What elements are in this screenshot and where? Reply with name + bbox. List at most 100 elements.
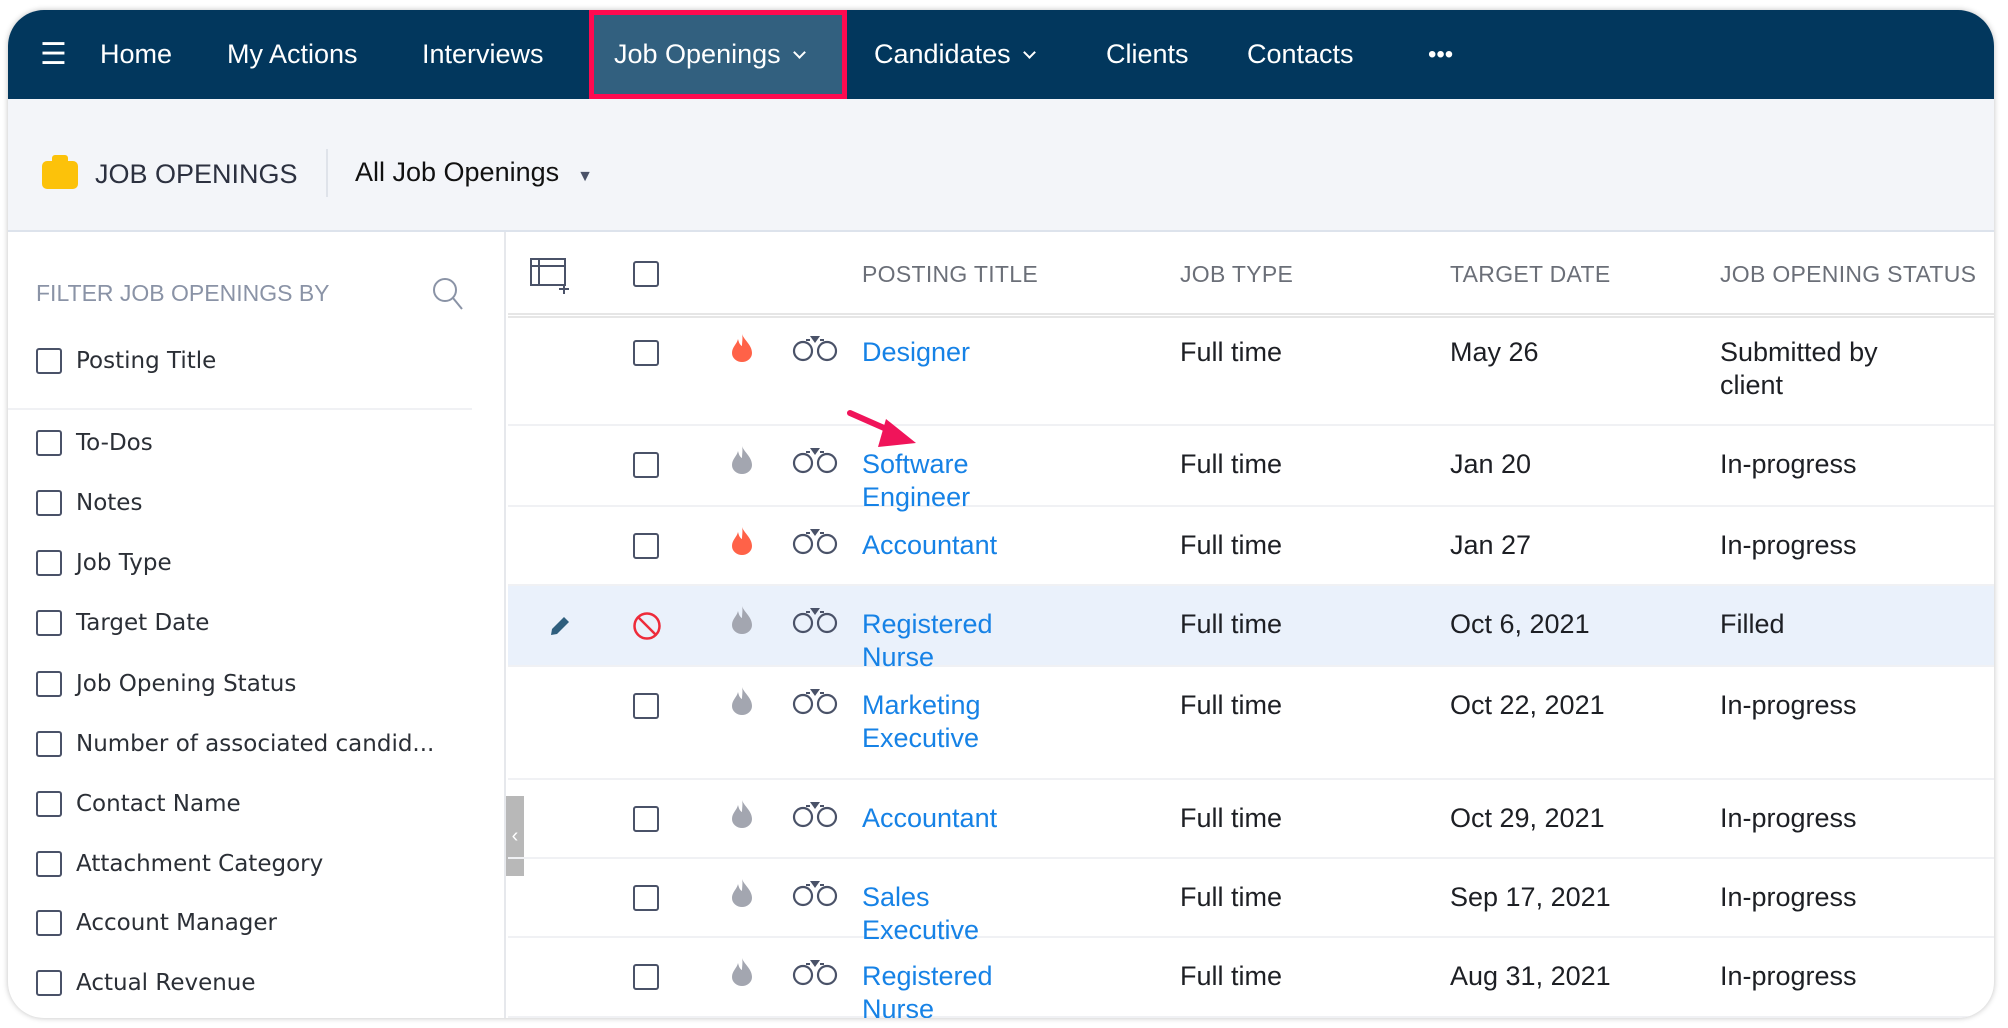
posting-title-link[interactable]: Registered Nurse — [862, 608, 1052, 674]
binoculars-icon[interactable] — [792, 529, 838, 560]
select-all-checkbox[interactable] — [633, 261, 659, 287]
posting-title-link[interactable]: Marketing Executive — [862, 689, 1052, 755]
annotation-arrow — [847, 410, 916, 447]
edit-pencil-icon[interactable] — [548, 614, 572, 638]
posting-title-link[interactable]: Accountant — [862, 802, 1052, 835]
target-date: Aug 31, 2021 — [1450, 961, 1611, 991]
job-opening-status: In-progress — [1720, 961, 1857, 991]
posting-title-link[interactable]: Registered Nurse — [862, 960, 1052, 1018]
filter-item-label: Notes — [76, 490, 143, 516]
filter-item[interactable]: Contact Name — [36, 789, 241, 819]
target-date: Jan 20 — [1450, 449, 1532, 479]
hamburger-menu-icon[interactable]: ☰ — [40, 10, 67, 99]
nav-candidates-label: Candidates — [874, 39, 1011, 69]
binoculars-icon[interactable] — [792, 881, 838, 912]
binoculars-icon[interactable] — [792, 802, 838, 833]
cold-flame-icon[interactable] — [731, 958, 753, 991]
posting-title-link[interactable]: Accountant — [862, 529, 1052, 562]
row-checkbox[interactable] — [633, 885, 659, 911]
filter-item-label: Account Manager — [76, 910, 277, 936]
filter-checkbox[interactable] — [36, 851, 62, 877]
nav-home[interactable]: Home — [100, 10, 172, 99]
row-checkbox[interactable] — [633, 806, 659, 832]
table-row[interactable]: Sales Executive Full time Sep 17, 2021 In-p… — [508, 859, 1994, 945]
filter-divider — [8, 408, 472, 410]
filter-checkbox[interactable] — [36, 430, 62, 456]
filter-item-label: Job Opening Status — [76, 671, 297, 697]
filter-checkbox[interactable] — [36, 550, 62, 576]
binoculars-icon[interactable] — [792, 448, 838, 479]
column-job-type[interactable]: JOB TYPE — [1180, 232, 1293, 316]
filter-checkbox[interactable] — [36, 610, 62, 636]
more-icon[interactable]: ••• — [1428, 10, 1453, 99]
cold-flame-icon[interactable] — [731, 879, 753, 912]
view-selector-label: All Job Openings — [355, 157, 560, 187]
filter-item[interactable]: Target Date — [36, 608, 209, 638]
table-row[interactable]: Registered Nurse Full time Aug 31, 2021 In-… — [508, 938, 1994, 1018]
column-target-date[interactable]: TARGET DATE — [1450, 232, 1610, 316]
job-opening-status: In-progress — [1720, 882, 1857, 912]
no-entry-icon[interactable] — [632, 611, 662, 641]
binoculars-icon[interactable] — [792, 689, 838, 720]
nav-contacts[interactable]: Contacts — [1247, 10, 1354, 99]
filter-checkbox[interactable] — [36, 791, 62, 817]
nav-my-actions[interactable]: My Actions — [227, 10, 358, 99]
column-settings-icon[interactable] — [530, 258, 570, 294]
table-row[interactable]: Registered Nurse Full time Oct 6, 2021 Fill… — [508, 586, 1994, 672]
filter-item[interactable]: Actual Revenue — [36, 968, 256, 998]
nav-clients[interactable]: Clients — [1106, 10, 1189, 99]
filter-checkbox[interactable] — [36, 970, 62, 996]
target-date: Oct 29, 2021 — [1450, 803, 1605, 833]
job-type: Full time — [1180, 530, 1283, 560]
row-checkbox[interactable] — [633, 533, 659, 559]
row-checkbox[interactable] — [633, 964, 659, 990]
view-selector[interactable]: All Job Openings ▼ — [355, 157, 593, 188]
hot-flame-icon[interactable] — [731, 334, 753, 367]
cold-flame-icon[interactable] — [731, 800, 753, 833]
row-checkbox[interactable] — [633, 452, 659, 478]
nav-job-openings[interactable]: Job Openings — [589, 10, 847, 99]
filter-item[interactable]: Job Opening Status — [36, 669, 296, 699]
filter-item-label: Posting Title — [76, 348, 217, 374]
table-row[interactable]: Marketing Executive Full time Oct 22, 2021… — [508, 667, 1994, 780]
table-row[interactable]: Software Engineer Full time Jan 20 In-progr… — [508, 426, 1994, 512]
row-checkbox[interactable] — [633, 693, 659, 719]
filter-item[interactable]: Attachment Category — [36, 849, 323, 879]
filter-checkbox[interactable] — [36, 910, 62, 936]
filter-item[interactable]: Number of associated candid... — [36, 729, 434, 759]
binoculars-icon[interactable] — [792, 960, 838, 991]
filter-checkbox[interactable] — [36, 731, 62, 757]
job-opening-status: In-progress — [1720, 803, 1857, 833]
cold-flame-icon[interactable] — [731, 446, 753, 479]
job-type: Full time — [1180, 961, 1283, 991]
filter-item-label: To-Dos — [76, 430, 153, 456]
filter-item[interactable]: Account Manager — [36, 908, 277, 938]
column-job-opening-status[interactable]: JOB OPENING STATUS — [1720, 232, 1976, 316]
hot-flame-icon[interactable] — [731, 527, 753, 560]
table-row[interactable]: Designer Full time May 26 Submitted by clie… — [508, 314, 1994, 426]
filter-checkbox[interactable] — [36, 671, 62, 697]
posting-title-link[interactable]: Designer — [862, 336, 1052, 369]
briefcase-icon — [42, 155, 78, 189]
filter-item[interactable]: To-Dos — [36, 428, 153, 458]
filter-item[interactable]: Notes — [36, 488, 142, 518]
binoculars-icon[interactable] — [792, 608, 838, 639]
job-type: Full time — [1180, 609, 1283, 639]
table-row[interactable]: Accountant Full time Oct 29, 2021 In-progre… — [508, 780, 1994, 859]
nav-interviews[interactable]: Interviews — [422, 10, 544, 99]
search-icon[interactable] — [431, 276, 465, 312]
filter-item[interactable]: Job Type — [36, 548, 172, 578]
column-posting-title[interactable]: POSTING TITLE — [862, 232, 1038, 316]
filter-checkbox[interactable] — [36, 490, 62, 516]
job-opening-status: In-progress — [1720, 449, 1857, 479]
cold-flame-icon[interactable] — [731, 687, 753, 720]
binoculars-icon[interactable] — [792, 336, 838, 367]
row-checkbox[interactable] — [633, 340, 659, 366]
job-type: Full time — [1180, 882, 1283, 912]
cold-flame-icon[interactable] — [731, 606, 753, 639]
posting-title-link[interactable]: Software Engineer — [862, 448, 1052, 514]
filter-checkbox[interactable] — [36, 348, 62, 374]
filter-item[interactable]: Posting Title — [36, 346, 216, 376]
table-row[interactable]: Accountant Full time Jan 27 In-progress — [508, 507, 1994, 586]
nav-candidates[interactable]: Candidates — [874, 10, 1036, 99]
